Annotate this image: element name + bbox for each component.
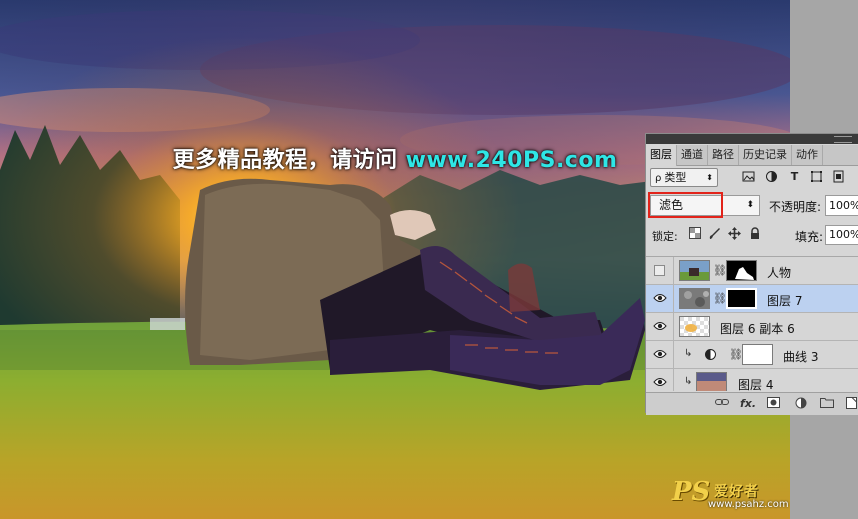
- logo-cn: 爱好者: [714, 484, 759, 500]
- filter-type-label: 类型: [664, 171, 687, 184]
- watermark-cn: 更多精品教程，请访问: [172, 148, 398, 173]
- watermark-url: www.240PS.com: [405, 148, 618, 173]
- panel-grip-icon[interactable]: [834, 136, 852, 143]
- tab-layers[interactable]: 图层: [646, 145, 677, 166]
- layer-name[interactable]: 曲线 3: [783, 348, 818, 365]
- opacity-input[interactable]: 100%: [825, 195, 858, 216]
- mask-link-chain-icon[interactable]: ⛓: [729, 348, 743, 361]
- lock-all-icon[interactable]: [748, 227, 761, 240]
- layer-mask-thumbnail-layer-7[interactable]: [726, 288, 757, 309]
- add-mask-icon[interactable]: [766, 397, 780, 410]
- eye-icon[interactable]: [653, 292, 667, 304]
- lock-transparency-icon[interactable]: [688, 227, 701, 240]
- fx-icon[interactable]: fx.: [740, 397, 756, 410]
- layer-row-layer-6-copy-6[interactable]: 图层 6 副本 6: [646, 313, 858, 341]
- layer-name[interactable]: 人物: [767, 264, 791, 281]
- layer-name[interactable]: 图层 7: [767, 292, 802, 309]
- lock-row: 锁定: 填充: 100%: [650, 225, 858, 245]
- panel-tabs: 图层 通道 路径 历史记录 动作: [646, 145, 858, 166]
- clipping-mask-arrow-icon: ↳: [684, 376, 693, 387]
- layer-mask-thumbnail-person[interactable]: [726, 260, 757, 281]
- layer-list: ⛓ 人物 ⛓ 图层 7 图层 6 副本 6 ↳ ⛓ 曲线 3 ↳ 图层 4: [646, 256, 858, 391]
- shape-filter-icon[interactable]: [810, 170, 823, 183]
- layer-thumbnail-layer-6-copy-6[interactable]: [679, 316, 710, 337]
- tab-channels[interactable]: 通道: [677, 145, 708, 165]
- row-divider: [673, 285, 674, 313]
- lock-position-move-icon[interactable]: [728, 227, 741, 240]
- layer-name[interactable]: 图层 4: [738, 376, 773, 391]
- site-logo: PS 爱好者 www.psahz.com: [672, 477, 789, 513]
- fill-input[interactable]: 100%: [825, 225, 858, 245]
- tab-history[interactable]: 历史记录: [739, 145, 792, 165]
- lock-label: 锁定:: [652, 230, 678, 243]
- search-icon: ρ: [655, 173, 662, 184]
- logo-ps: PS: [672, 477, 711, 507]
- eye-icon[interactable]: [653, 376, 667, 388]
- type-filter-icon[interactable]: T: [788, 170, 801, 183]
- panel-header[interactable]: [646, 134, 858, 144]
- eye-icon[interactable]: [653, 320, 667, 332]
- logo-url: www.psahz.com: [708, 499, 789, 510]
- smart-object-filter-icon[interactable]: [832, 170, 845, 183]
- layer-row-curves-3[interactable]: ↳ ⛓ 曲线 3: [646, 341, 858, 369]
- layer-thumbnail-layer-7[interactable]: [679, 288, 710, 309]
- row-divider: [673, 369, 674, 391]
- mask-link-chain-icon[interactable]: ⛓: [713, 264, 727, 277]
- row-divider: [673, 257, 674, 285]
- layer-filter-row: ρ 类型 ⬍ T: [650, 168, 858, 188]
- filter-type-select[interactable]: ρ 类型 ⬍: [650, 168, 718, 187]
- clipping-mask-arrow-icon: ↳: [684, 348, 693, 359]
- row-divider: [673, 341, 674, 369]
- layers-panel: 图层 通道 路径 历史记录 动作 ρ 类型 ⬍ T 滤色 ⬍ 不透明度: 100%: [645, 133, 858, 415]
- fill-label: 填充:: [795, 230, 824, 244]
- layer-row-layer-7[interactable]: ⛓ 图层 7: [646, 285, 858, 313]
- layer-row-person[interactable]: ⛓ 人物: [646, 257, 858, 285]
- row-divider: [673, 313, 674, 341]
- updown-arrows-icon: ⬍: [746, 200, 754, 210]
- layer-thumbnail-person[interactable]: [679, 260, 710, 281]
- image-filter-icon[interactable]: [742, 170, 755, 183]
- new-group-icon[interactable]: [820, 397, 834, 410]
- opacity-label: 不透明度:: [769, 200, 822, 214]
- layer-name[interactable]: 图层 6 副本 6: [720, 320, 795, 337]
- blend-mode-row: 滤色 ⬍ 不透明度: 100%: [648, 192, 858, 218]
- layer-thumbnail-layer-4[interactable]: [696, 372, 727, 391]
- tab-paths[interactable]: 路径: [708, 145, 739, 165]
- tab-actions[interactable]: 动作: [792, 145, 823, 165]
- adjustment-filter-icon[interactable]: [765, 170, 778, 183]
- visibility-toggle-empty[interactable]: [654, 265, 665, 276]
- updown-arrows-icon: ⬍: [706, 173, 713, 182]
- eye-icon[interactable]: [653, 348, 667, 360]
- mask-link-chain-icon[interactable]: ⛓: [713, 292, 727, 305]
- layer-row-layer-4[interactable]: ↳ 图层 4: [646, 369, 858, 391]
- layers-bottom-toolbar: fx.: [646, 392, 858, 415]
- layer-mask-thumbnail-curves-3[interactable]: [742, 344, 773, 365]
- lock-pixels-brush-icon[interactable]: [708, 227, 721, 240]
- adjustment-layer-icon[interactable]: [704, 348, 717, 361]
- link-layers-icon[interactable]: [715, 397, 729, 410]
- new-layer-icon[interactable]: [845, 397, 858, 410]
- new-adjustment-icon[interactable]: [794, 397, 808, 410]
- blend-mode-highlight-box: [648, 192, 723, 218]
